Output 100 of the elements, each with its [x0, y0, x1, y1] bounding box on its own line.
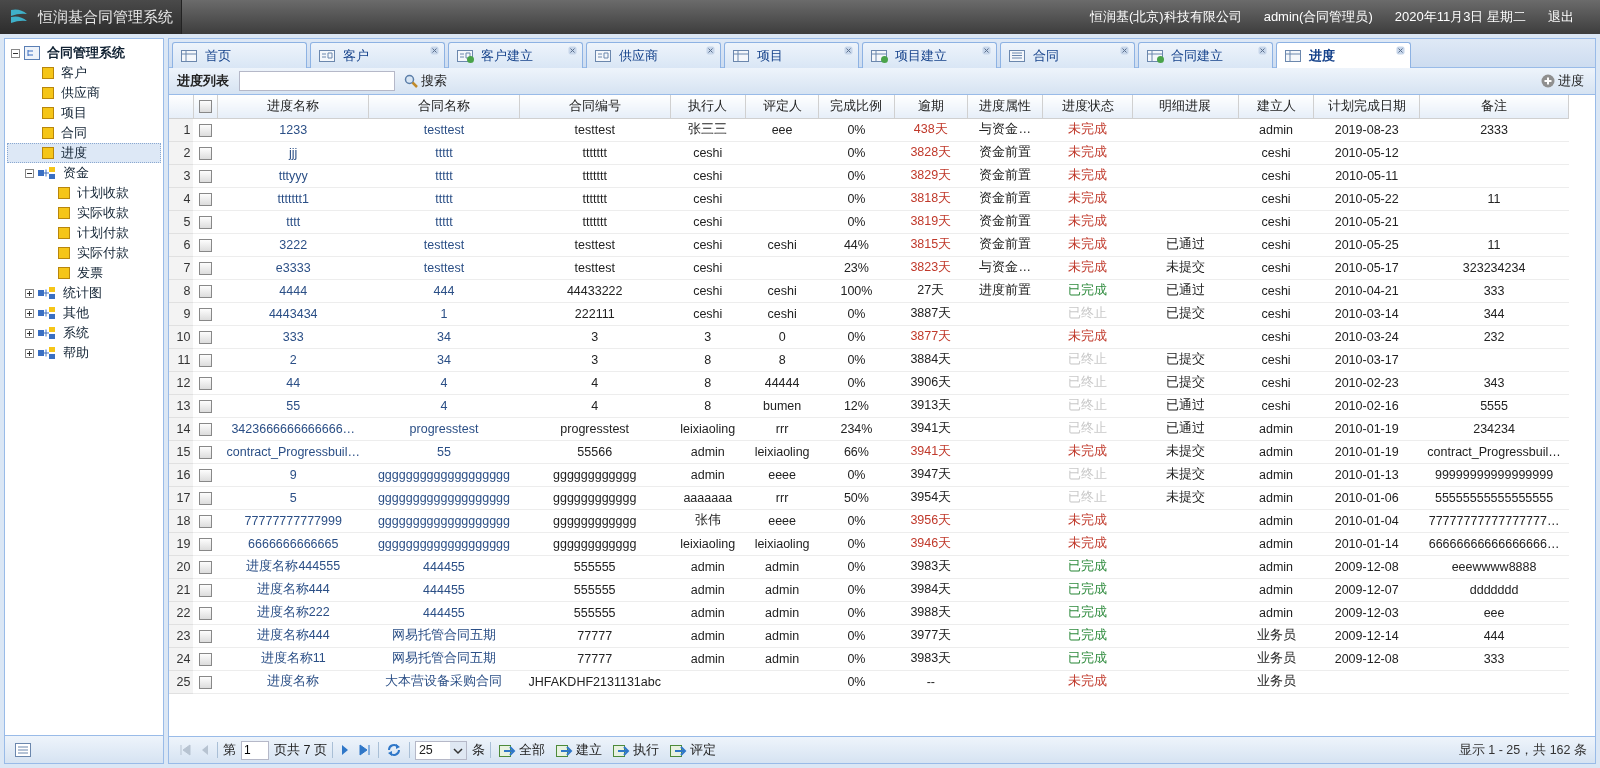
table-cell[interactable]: 进度名称444: [217, 624, 369, 647]
table-cell[interactable]: jjj: [217, 141, 369, 164]
table-cell[interactable]: 进度名称444555: [217, 555, 369, 578]
tree-item[interactable]: 计划付款: [7, 223, 161, 243]
column-header[interactable]: 合同名称: [368, 95, 520, 118]
table-cell[interactable]: ttttt: [368, 187, 520, 210]
checkbox[interactable]: [199, 491, 213, 505]
column-header[interactable]: 评定人: [745, 95, 819, 118]
close-icon[interactable]: [844, 46, 853, 55]
table-cell[interactable]: 进度名称: [217, 670, 369, 693]
table-cell[interactable]: testtest: [368, 256, 520, 279]
table-cell[interactable]: 4: [368, 394, 520, 417]
checkbox[interactable]: [199, 123, 213, 137]
column-header[interactable]: 逾期: [894, 95, 968, 118]
tab[interactable]: 合同建立: [1138, 42, 1273, 68]
checkbox[interactable]: [199, 284, 213, 298]
tree-item[interactable]: 发票: [7, 263, 161, 283]
table-cell[interactable]: 3423666666666666…: [217, 417, 369, 440]
close-icon[interactable]: [568, 46, 577, 55]
column-header[interactable]: 明细进展: [1132, 95, 1239, 118]
column-header[interactable]: 进度状态: [1042, 95, 1133, 118]
checkbox[interactable]: [199, 376, 213, 390]
checkbox[interactable]: [199, 238, 213, 252]
table-cell[interactable]: 进度名称444: [217, 578, 369, 601]
table-cell[interactable]: ttttttt1: [217, 187, 369, 210]
add-button[interactable]: 进度: [1538, 70, 1587, 92]
column-header[interactable]: 进度名称: [217, 95, 369, 118]
table-cell[interactable]: 1233: [217, 118, 369, 141]
checkbox[interactable]: [199, 606, 213, 620]
close-icon[interactable]: [430, 46, 439, 55]
checkbox[interactable]: [199, 399, 213, 413]
tab[interactable]: 客户: [310, 42, 445, 68]
tree-item[interactable]: 统计图: [60, 283, 105, 303]
column-header[interactable]: 执行人: [670, 95, 746, 118]
table-cell[interactable]: tttt: [217, 210, 369, 233]
tab[interactable]: 客户建立: [448, 42, 583, 68]
close-icon[interactable]: [1258, 46, 1267, 55]
table-cell[interactable]: 77777777777999: [217, 509, 369, 532]
table-cell[interactable]: 34: [368, 325, 520, 348]
checkbox[interactable]: [199, 468, 213, 482]
table-cell[interactable]: 55: [368, 440, 520, 463]
checkbox[interactable]: [199, 514, 213, 528]
table-cell[interactable]: 9: [217, 463, 369, 486]
table-cell[interactable]: 44: [217, 371, 369, 394]
checkbox[interactable]: [199, 261, 213, 275]
column-header[interactable]: 完成比例: [818, 95, 895, 118]
page-field[interactable]: 1: [241, 740, 269, 760]
expand-icon[interactable]: [25, 348, 34, 358]
export-button[interactable]: 全部: [495, 739, 548, 761]
tree-item[interactable]: 资金: [60, 163, 92, 183]
tree-item[interactable]: 实际收款: [7, 203, 161, 223]
table-cell[interactable]: 55: [217, 394, 369, 417]
tab[interactable]: 供应商: [586, 42, 721, 68]
checkbox[interactable]: [199, 537, 213, 551]
checkbox[interactable]: [199, 629, 213, 643]
page-size-select[interactable]: 25: [414, 740, 467, 760]
close-icon[interactable]: [706, 46, 715, 55]
table-cell[interactable]: ggggggggggggggggggg: [368, 463, 520, 486]
table-cell[interactable]: ggggggggggggggggggg: [368, 532, 520, 555]
tree-item[interactable]: 系统: [60, 323, 92, 343]
table-cell[interactable]: 网易托管合同五期: [368, 647, 520, 670]
expand-icon[interactable]: [25, 288, 34, 298]
tab[interactable]: 合同: [1000, 42, 1135, 68]
column-header[interactable]: 合同编号: [519, 95, 671, 118]
column-header[interactable]: 计划完成日期: [1313, 95, 1420, 118]
tab[interactable]: 进度: [1276, 42, 1411, 68]
table-cell[interactable]: ttttt: [368, 210, 520, 233]
collapse-icon[interactable]: [25, 168, 34, 178]
table-cell[interactable]: 34: [368, 348, 520, 371]
column-header[interactable]: 备注: [1419, 95, 1569, 118]
checkbox[interactable]: [199, 215, 213, 229]
table-cell[interactable]: 444: [368, 279, 520, 302]
column-header[interactable]: 建立人: [1238, 95, 1314, 118]
search-field[interactable]: [239, 71, 395, 91]
tree-item[interactable]: 进度: [7, 143, 161, 163]
table-cell[interactable]: 4444: [217, 279, 369, 302]
checkbox[interactable]: [199, 307, 213, 321]
checkbox[interactable]: [199, 100, 213, 114]
table-cell[interactable]: 333: [217, 325, 369, 348]
table-cell[interactable]: 3222: [217, 233, 369, 256]
tree-item[interactable]: 合同管理系统: [44, 43, 128, 63]
table-cell[interactable]: testtest: [368, 233, 520, 256]
checkbox[interactable]: [199, 560, 213, 574]
table-cell[interactable]: e3333: [217, 256, 369, 279]
tab[interactable]: 项目建立: [862, 42, 997, 68]
table-cell[interactable]: 4443434: [217, 302, 369, 325]
table-cell[interactable]: 2: [217, 348, 369, 371]
checkbox[interactable]: [199, 422, 213, 436]
search-button[interactable]: 搜索: [401, 70, 450, 92]
table-cell[interactable]: 444455: [368, 555, 520, 578]
tree-item[interactable]: 实际付款: [7, 243, 161, 263]
list-icon[interactable]: [15, 742, 31, 757]
table-cell[interactable]: progresstest: [368, 417, 520, 440]
table-cell[interactable]: 6666666666665: [217, 532, 369, 555]
checkbox[interactable]: [199, 146, 213, 160]
table-cell[interactable]: 444455: [368, 578, 520, 601]
checkbox[interactable]: [199, 330, 213, 344]
logout-link[interactable]: 退出: [1548, 8, 1574, 26]
export-button[interactable]: 执行: [609, 739, 662, 761]
table-cell[interactable]: 进度名称222: [217, 601, 369, 624]
